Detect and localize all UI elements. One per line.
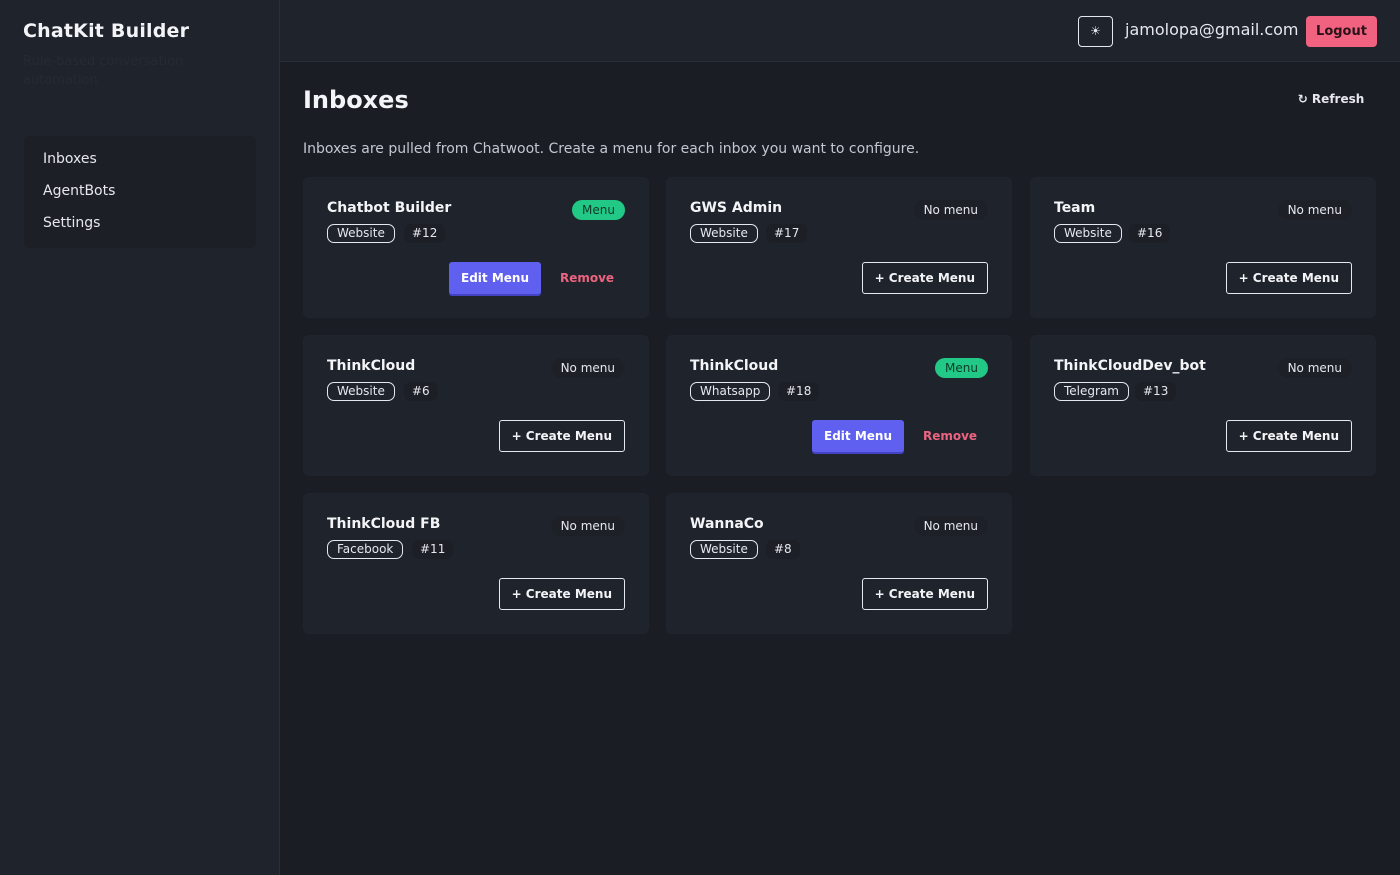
inbox-card-thinkcloud-fb: ThinkCloud FB No menu Facebook #11 + Cre… [303,493,649,634]
page-title: Inboxes [303,86,409,114]
topbar: ☀ jamolopa@gmail.com Logout [280,0,1400,62]
inbox-id: #18 [778,382,820,401]
inbox-card-wannaco: WannaCo No menu Website #8 + Create Menu [666,493,1012,634]
channel-badge: Facebook [327,540,404,559]
inbox-name: Team [1054,200,1096,216]
inbox-id: #11 [412,540,454,559]
inbox-card-team: Team No menu Website #16 + Create Menu [1030,177,1376,318]
create-menu-button[interactable]: + Create Menu [861,262,988,294]
inbox-name: ThinkCloud [690,358,779,374]
inbox-name: ThinkCloud FB [327,516,441,532]
channel-badge: Website [327,224,395,243]
channel-badge: Whatsapp [690,382,771,401]
remove-button[interactable]: Remove [554,262,620,294]
channel-badge: Telegram [1054,382,1129,401]
edit-menu-button[interactable]: Edit Menu [449,262,541,294]
app-subtitle: Rule-based conversation automation [23,54,184,88]
remove-button[interactable]: Remove [917,420,983,452]
theme-toggle-button[interactable]: ☀ [1078,16,1113,47]
inbox-id: #17 [766,224,808,243]
inbox-id: #6 [404,382,438,401]
create-menu-button[interactable]: + Create Menu [1225,262,1352,294]
inbox-card-thinkcloud-whatsapp: ThinkCloud Menu Whatsapp #18 Edit Menu R… [666,335,1012,476]
sidebar: ChatKit Builder Rule-based conversation … [0,0,280,875]
channel-badge: Website [690,540,758,559]
channel-badge: Website [327,382,395,401]
inbox-card-chatbot-builder: Chatbot Builder Menu Website #12 Edit Me… [303,177,649,318]
sidebar-item-agentbots[interactable]: AgentBots [24,180,256,212]
inbox-card-thinkclouddev-bot: ThinkCloudDev_bot No menu Telegram #13 +… [1030,335,1376,476]
menu-status-badge: No menu [913,516,988,536]
menu-status-badge: Menu [572,200,625,220]
inbox-id: #12 [404,224,446,243]
inbox-id: #13 [1135,382,1177,401]
inbox-card-thinkcloud: ThinkCloud No menu Website #6 + Create M… [303,335,649,476]
create-menu-button[interactable]: + Create Menu [1225,420,1352,452]
channel-badge: Website [690,224,758,243]
page-description: Inboxes are pulled from Chatwoot. Create… [303,141,920,157]
refresh-button[interactable]: ↻ Refresh [1290,92,1372,110]
menu-status-badge: No menu [550,516,625,536]
inbox-name: ThinkCloud [327,358,416,374]
logout-button[interactable]: Logout [1306,16,1377,47]
sidebar-item-settings[interactable]: Settings [24,212,256,244]
app-title: ChatKit Builder [23,20,190,42]
edit-menu-button[interactable]: Edit Menu [812,420,904,452]
inbox-id: #8 [766,540,800,559]
inbox-name: GWS Admin [690,200,783,216]
menu-status-badge: No menu [1277,200,1352,220]
menu-status-badge: Menu [935,358,988,378]
create-menu-button[interactable]: + Create Menu [498,420,625,452]
inbox-name: WannaCo [690,516,764,532]
channel-badge: Website [1054,224,1122,243]
menu-status-badge: No menu [550,358,625,378]
sidebar-item-inboxes[interactable]: Inboxes [24,148,256,180]
menu-status-badge: No menu [913,200,988,220]
inbox-card-gws-admin: GWS Admin No menu Website #17 + Create M… [666,177,1012,318]
sidebar-nav: Inboxes AgentBots Settings [24,136,256,248]
inbox-name: ThinkCloudDev_bot [1054,358,1206,374]
user-email: jamolopa@gmail.com [1125,20,1299,39]
create-menu-button[interactable]: + Create Menu [861,578,988,610]
inbox-id: #16 [1129,224,1171,243]
inbox-name: Chatbot Builder [327,200,452,216]
menu-status-badge: No menu [1277,358,1352,378]
sun-icon: ☀ [1090,24,1101,38]
create-menu-button[interactable]: + Create Menu [498,578,625,610]
